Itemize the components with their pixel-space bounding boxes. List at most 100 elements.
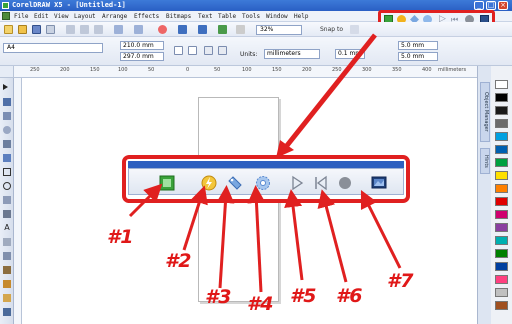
color-swatch[interactable]	[495, 171, 508, 180]
page-width-field[interactable]: 210.0 mm	[120, 41, 164, 50]
close-button[interactable]: ×	[498, 1, 508, 10]
color-swatch[interactable]	[495, 184, 508, 193]
copy-icon[interactable]	[80, 25, 89, 34]
portrait-icon[interactable]	[174, 46, 183, 55]
crop-tool-icon[interactable]	[3, 112, 11, 120]
menu-layout[interactable]: Layout	[74, 13, 96, 20]
color-swatch[interactable]	[495, 262, 508, 271]
menu-view[interactable]: View	[54, 13, 68, 20]
ellipse-tool-icon[interactable]	[3, 182, 11, 190]
paste-icon[interactable]	[94, 25, 103, 34]
minimize-button[interactable]: _	[474, 1, 484, 10]
toolbox: A	[0, 78, 14, 324]
text-tool-icon[interactable]: A	[3, 224, 11, 232]
units-label: Units:	[240, 51, 258, 58]
pick-tool-icon[interactable]	[3, 84, 8, 90]
color-swatch[interactable]	[495, 301, 508, 310]
object-manager-tab[interactable]: Object Manager	[480, 82, 490, 142]
rewind-icon[interactable]	[313, 175, 329, 191]
import-icon[interactable]	[178, 25, 187, 34]
monitor-icon[interactable]	[371, 175, 387, 191]
color-swatch[interactable]	[495, 132, 508, 141]
search-content-icon[interactable]	[158, 25, 167, 34]
fill-tool-icon[interactable]	[3, 294, 11, 302]
cut-icon[interactable]	[66, 25, 75, 34]
color-swatch[interactable]	[495, 93, 508, 102]
welcome-icon[interactable]	[236, 25, 245, 34]
open-icon[interactable]	[18, 25, 27, 34]
lightning-icon[interactable]	[201, 175, 217, 191]
ruler-tick: 50	[214, 67, 221, 73]
outline-tool-icon[interactable]	[3, 280, 11, 288]
edit-tag-icon[interactable]	[227, 175, 243, 191]
undo-icon[interactable]	[114, 25, 123, 34]
color-swatch[interactable]	[495, 249, 508, 258]
current-page-icon[interactable]	[218, 46, 227, 55]
coreldraw-app-icon	[2, 2, 9, 9]
zoom-tool-icon[interactable]	[3, 126, 11, 134]
maximize-button[interactable]: □	[486, 1, 496, 10]
nudge-distance-field[interactable]: 0.1 mm	[335, 49, 365, 59]
freehand-tool-icon[interactable]	[3, 140, 11, 148]
property-bar: A4 210.0 mm 297.0 mm Units: millimeters …	[0, 37, 512, 66]
eyedropper-tool-icon[interactable]	[3, 266, 11, 274]
color-swatch[interactable]	[495, 158, 508, 167]
color-swatch[interactable]	[495, 80, 508, 89]
page-height-field[interactable]: 297.0 mm	[120, 52, 164, 61]
menu-edit[interactable]: Edit	[34, 13, 48, 20]
menu-tools[interactable]: Tools	[242, 13, 260, 20]
duplicate-distance-y-field[interactable]: 5.0 mm	[398, 52, 438, 61]
record-icon[interactable]	[337, 175, 353, 191]
ruler-tick: 200	[60, 67, 70, 73]
basic-shapes-tool-icon[interactable]	[3, 210, 11, 218]
color-swatch[interactable]	[495, 210, 508, 219]
redo-icon[interactable]	[134, 25, 143, 34]
application-launcher-icon[interactable]	[218, 25, 227, 34]
landscape-icon[interactable]	[188, 46, 197, 55]
vertical-ruler[interactable]	[14, 78, 22, 324]
options-icon[interactable]	[350, 25, 359, 34]
macro-manager-icon[interactable]	[159, 175, 175, 191]
menu-help[interactable]: Help	[294, 13, 308, 20]
color-swatch[interactable]	[495, 288, 508, 297]
duplicate-distance-x-field[interactable]: 5.0 mm	[398, 41, 438, 50]
snap-to-dropdown[interactable]: Snap to	[320, 26, 343, 33]
rectangle-tool-icon[interactable]	[3, 168, 11, 176]
menu-bitmaps[interactable]: Bitmaps	[166, 13, 191, 20]
print-icon[interactable]	[46, 25, 55, 34]
polygon-tool-icon[interactable]	[3, 196, 11, 204]
zoom-level-select[interactable]: 32%	[256, 25, 302, 35]
shape-tool-icon[interactable]	[3, 98, 11, 106]
color-swatch[interactable]	[495, 275, 508, 284]
menu-window[interactable]: Window	[266, 13, 288, 20]
color-swatch[interactable]	[495, 106, 508, 115]
menu-file[interactable]: File	[14, 13, 28, 20]
dimension-tool-icon[interactable]	[3, 252, 11, 260]
all-pages-icon[interactable]	[204, 46, 213, 55]
ruler-tick: 50	[148, 67, 155, 73]
new-document-icon[interactable]	[4, 25, 13, 34]
menu-text[interactable]: Text	[198, 13, 212, 20]
ruler-corner[interactable]	[0, 66, 14, 78]
table-tool-icon[interactable]	[3, 238, 11, 246]
menu-effects[interactable]: Effects	[134, 13, 159, 20]
interactive-fill-tool-icon[interactable]	[3, 308, 11, 316]
color-swatch[interactable]	[495, 197, 508, 206]
horizontal-ruler[interactable]: 250 200 150 100 50 0 50 100 150 200 250 …	[14, 66, 477, 78]
hints-tab[interactable]: Hints	[480, 148, 490, 174]
export-icon[interactable]	[198, 25, 207, 34]
color-swatch[interactable]	[495, 145, 508, 154]
macros-toolbar-body	[128, 168, 404, 195]
menu-arrange[interactable]: Arrange	[102, 13, 127, 20]
save-icon[interactable]	[32, 25, 41, 34]
ruler-tick: 250	[30, 67, 40, 73]
units-select[interactable]: millimeters	[264, 49, 320, 59]
play-icon[interactable]	[289, 175, 305, 191]
menu-table[interactable]: Table	[218, 13, 236, 20]
gear-icon[interactable]	[255, 175, 271, 191]
paper-size-select[interactable]: A4	[3, 43, 103, 53]
color-swatch[interactable]	[495, 236, 508, 245]
color-swatch[interactable]	[495, 119, 508, 128]
color-swatch[interactable]	[495, 223, 508, 232]
smart-fill-tool-icon[interactable]	[3, 154, 11, 162]
